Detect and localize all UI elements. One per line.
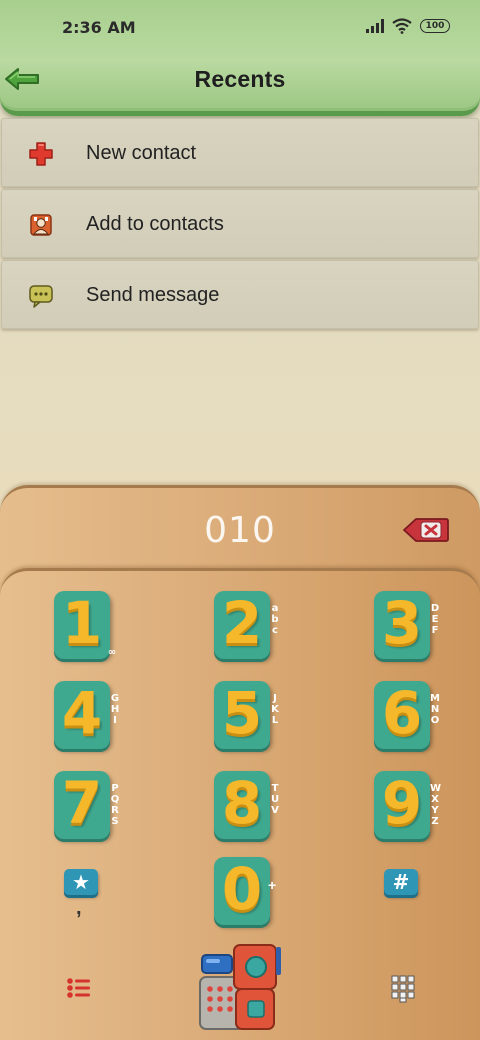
backspace-icon[interactable] [402,516,450,544]
dialpad-grid-icon[interactable] [388,973,418,1003]
battery-icon: 100 [420,19,450,33]
call-phone-button[interactable] [196,943,286,1035]
top-app-bar: 2:36 AM 100 Recents [0,0,480,116]
red-plus-icon [29,142,53,166]
star-key-sublabel: , [76,897,82,919]
key-3[interactable]: 3 DEF [372,589,442,667]
menu-list-icon[interactable] [64,973,94,1003]
key-5[interactable]: 5 JKL [212,679,282,757]
new-contact-item[interactable]: New contact [1,118,479,187]
key-0-sublabel: + [268,877,277,893]
new-contact-label: New contact [86,142,197,164]
send-message-item[interactable]: Send message [1,260,479,329]
status-icons: 100 [366,18,450,34]
key-4[interactable]: 4 GHI [52,679,122,757]
message-bubble-icon [29,285,53,308]
key-1[interactable]: 1 ∞ [52,589,122,667]
signal-icon [366,19,384,33]
star-icon: ★ [64,869,98,895]
key-8[interactable]: 8 TUV [212,769,282,847]
status-time: 2:36 AM [62,18,136,37]
add-to-contacts-item[interactable]: Add to contacts [1,189,479,258]
key-6[interactable]: 6 MNO [372,679,442,757]
recents-actions-menu: New contact Add to contacts Send message [0,118,480,331]
key-0[interactable]: 0 [212,855,282,933]
add-to-contacts-label: Add to contacts [86,213,224,235]
key-hash[interactable]: # [380,865,420,905]
wifi-icon [392,18,412,34]
hash-icon: # [384,869,418,895]
dial-keypad: 1 ∞ 2 abc 3 DEF 4 GHI 5 JKL 6 MNO 7 PQRS… [0,568,480,1040]
send-message-label: Send message [86,284,220,306]
key-2[interactable]: 2 abc [212,589,282,667]
key-9[interactable]: 9 WXYZ [372,769,442,847]
status-bar: 2:36 AM 100 [0,0,480,56]
voicemail-icon: ∞ [107,647,117,658]
contact-card-icon [30,214,52,236]
key-7[interactable]: 7 PQRS [52,769,122,847]
page-title: Recents [194,66,286,92]
